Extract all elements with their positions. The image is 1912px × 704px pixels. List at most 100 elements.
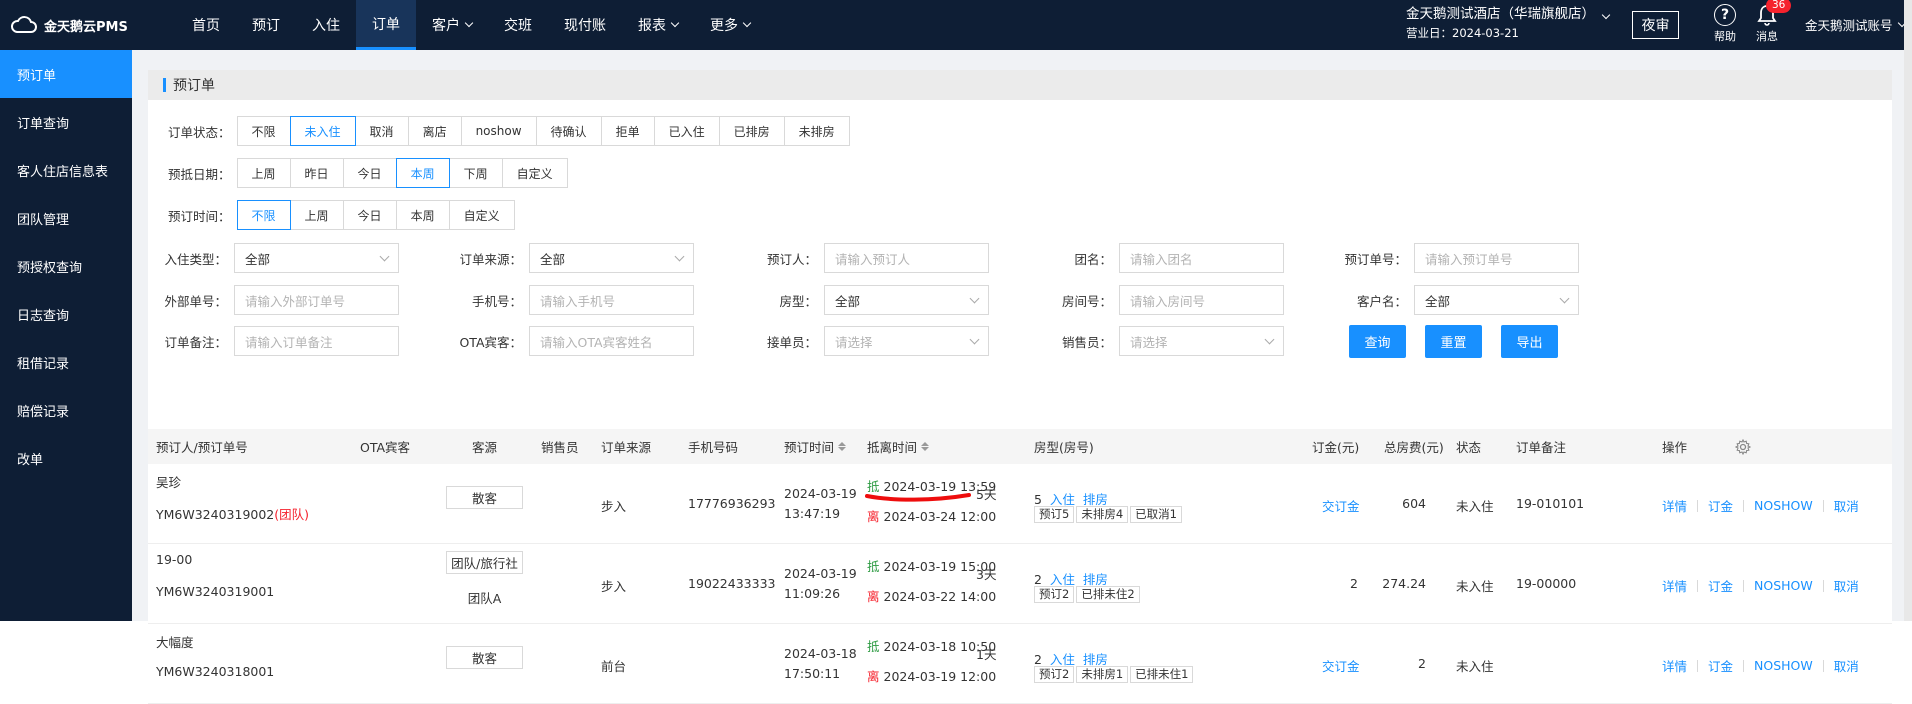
- arrive-date-option-4[interactable]: 下周: [448, 158, 503, 188]
- order-status-option-4[interactable]: noshow: [460, 116, 537, 146]
- sidebar-item-1[interactable]: 订单查询: [0, 98, 132, 146]
- reset-button[interactable]: 重置: [1425, 325, 1482, 358]
- nav-item-0[interactable]: 首页: [176, 0, 236, 50]
- nav-item-label: 现付账: [564, 18, 606, 34]
- arrive-date-option-2[interactable]: 今日: [342, 158, 397, 188]
- order-status-option-1[interactable]: 未入住: [289, 116, 356, 146]
- deposit[interactable]: 交订金: [1322, 656, 1360, 675]
- export-button[interactable]: 导出: [1501, 325, 1558, 358]
- sidebar-item-8[interactable]: 改单: [0, 434, 132, 482]
- sidebar-item-3[interactable]: 团队管理: [0, 194, 132, 242]
- message-button[interactable]: 36 消息: [1752, 0, 1792, 44]
- ext-order-no-input[interactable]: 请输入外部订单号: [234, 285, 399, 315]
- column-settings-gear-icon[interactable]: [1735, 429, 1751, 464]
- order-number[interactable]: YM6W3240319002(团队): [156, 504, 309, 523]
- noshow-link[interactable]: NOSHOW: [1754, 578, 1813, 593]
- account-menu[interactable]: 金天鹅测试账号: [1805, 15, 1906, 34]
- order-status-option-0[interactable]: 不限: [236, 116, 291, 146]
- order-status-option-7[interactable]: 已入住: [653, 116, 720, 146]
- deposit-link[interactable]: 订金: [1708, 496, 1733, 515]
- noshow-link[interactable]: NOSHOW: [1754, 658, 1813, 673]
- order-status-option-6[interactable]: 拒单: [600, 116, 655, 146]
- booker-input[interactable]: 请输入预订人: [824, 243, 989, 273]
- arrive-date-option-3[interactable]: 本周: [395, 158, 450, 188]
- booker-name: 大幅度: [156, 635, 194, 650]
- sidebar-item-7[interactable]: 赔偿记录: [0, 386, 132, 434]
- nav-item-2[interactable]: 入住: [296, 0, 356, 50]
- leave-mark: 离: [867, 669, 880, 684]
- sidebar-item-4[interactable]: 预授权查询: [0, 242, 132, 290]
- nav-item-3[interactable]: 订单: [356, 0, 416, 50]
- detail-link[interactable]: 详情: [1662, 656, 1687, 675]
- receiver-select[interactable]: 请选择: [824, 326, 989, 356]
- book-time-option-4[interactable]: 自定义: [448, 200, 515, 230]
- order-number[interactable]: YM6W3240319001: [156, 584, 274, 599]
- order-status-option-8[interactable]: 已排房: [718, 116, 785, 146]
- assign-room-link[interactable]: 排房: [1083, 652, 1108, 667]
- cancel-link[interactable]: 取消: [1834, 576, 1859, 595]
- nav-item-7[interactable]: 报表: [622, 0, 694, 50]
- query-button[interactable]: 查询: [1349, 325, 1406, 358]
- arrive-date-option-5[interactable]: 自定义: [501, 158, 568, 188]
- assign-room-link[interactable]: 排房: [1083, 572, 1108, 587]
- order-status-option-3[interactable]: 离店: [407, 116, 462, 146]
- night-audit-button[interactable]: 夜审: [1632, 11, 1679, 39]
- detail-link[interactable]: 详情: [1662, 576, 1687, 595]
- phone-input[interactable]: 请输入手机号: [529, 285, 694, 315]
- app-logo[interactable]: 金天鹅云PMS: [10, 14, 128, 36]
- book-time-option-3[interactable]: 本周: [395, 200, 450, 230]
- room-tag: 预订2: [1034, 666, 1075, 683]
- remark-input[interactable]: 请输入订单备注: [234, 326, 399, 356]
- order-no-input[interactable]: 请输入预订单号: [1414, 243, 1579, 273]
- nav-item-1[interactable]: 预订: [236, 0, 296, 50]
- nav-item-5[interactable]: 交班: [488, 0, 548, 50]
- help-button[interactable]: ? 帮助: [1713, 4, 1737, 44]
- assign-room-link[interactable]: 排房: [1083, 492, 1108, 507]
- nav-item-label: 订单: [372, 16, 400, 33]
- sidebar-item-5[interactable]: 日志查询: [0, 290, 132, 338]
- book-time-option-2[interactable]: 今日: [342, 200, 397, 230]
- order-number[interactable]: YM6W3240318001: [156, 664, 274, 679]
- booker-field: 预订人： 请输入预订人: [767, 243, 989, 273]
- room-type-select[interactable]: 全部: [824, 285, 989, 315]
- nav-item-6[interactable]: 现付账: [548, 0, 622, 50]
- sidebar-item-6[interactable]: 租借记录: [0, 338, 132, 386]
- book-time-option-0[interactable]: 不限: [236, 200, 291, 230]
- noshow-link[interactable]: NOSHOW: [1754, 498, 1813, 513]
- order-no-field: 预订单号： 请输入预订单号: [1344, 243, 1579, 273]
- checkin-link[interactable]: 入住: [1050, 652, 1075, 667]
- order-status-option-2[interactable]: 取消: [354, 116, 409, 146]
- deposit[interactable]: 交订金: [1322, 496, 1360, 515]
- deposit-link[interactable]: 订金: [1708, 576, 1733, 595]
- arrive-date-option-0[interactable]: 上周: [236, 158, 291, 188]
- ota-guest-input[interactable]: 请输入OTA宾客姓名: [529, 326, 694, 356]
- cancel-link[interactable]: 取消: [1834, 656, 1859, 675]
- cancel-link[interactable]: 取消: [1834, 496, 1859, 515]
- checkin-link[interactable]: 入住: [1050, 492, 1075, 507]
- order-source-select[interactable]: 全部: [529, 243, 694, 273]
- col-stay-time[interactable]: 抵离时间: [867, 429, 930, 464]
- hotel-selector[interactable]: 金天鹅测试酒店（华瑞旗舰店） 营业日：2024-03-21: [1406, 5, 1611, 43]
- page-scrollbar[interactable]: [1904, 0, 1912, 621]
- sidebar-item-2[interactable]: 客人住店信息表: [0, 146, 132, 194]
- deposit-link[interactable]: 订金: [1708, 656, 1733, 675]
- content-panel: 预订单 订单状态： 不限 未入住 取消 离店 noshow 待确认 拒单 已入住 已排房 未排房 …: [148, 70, 1892, 704]
- order-status-option-5[interactable]: 待确认: [535, 116, 602, 146]
- leave-time: 离 2024-03-24 12:00: [867, 506, 996, 525]
- col-book-time[interactable]: 预订时间: [784, 429, 847, 464]
- checkin-type-select[interactable]: 全部: [234, 243, 399, 273]
- arrive-date-option-1[interactable]: 昨日: [289, 158, 344, 188]
- sales-placeholder: 请选择: [1130, 334, 1168, 350]
- order-status-option-9[interactable]: 未排房: [783, 116, 850, 146]
- sidebar-item-0[interactable]: 预订单: [0, 50, 132, 98]
- nav-item-4[interactable]: 客户: [416, 0, 488, 50]
- sales-select[interactable]: 请选择: [1119, 326, 1284, 356]
- room-no-input[interactable]: 请输入房间号: [1119, 285, 1284, 315]
- detail-link[interactable]: 详情: [1662, 496, 1687, 515]
- book-time-option-1[interactable]: 上周: [289, 200, 344, 230]
- nav-item-8[interactable]: 更多: [694, 0, 766, 50]
- ota-guest-label: OTA宾客：: [459, 334, 522, 350]
- group-name-input[interactable]: 请输入团名: [1119, 243, 1284, 273]
- checkin-link[interactable]: 入住: [1050, 572, 1075, 587]
- customer-select[interactable]: 全部: [1414, 285, 1579, 315]
